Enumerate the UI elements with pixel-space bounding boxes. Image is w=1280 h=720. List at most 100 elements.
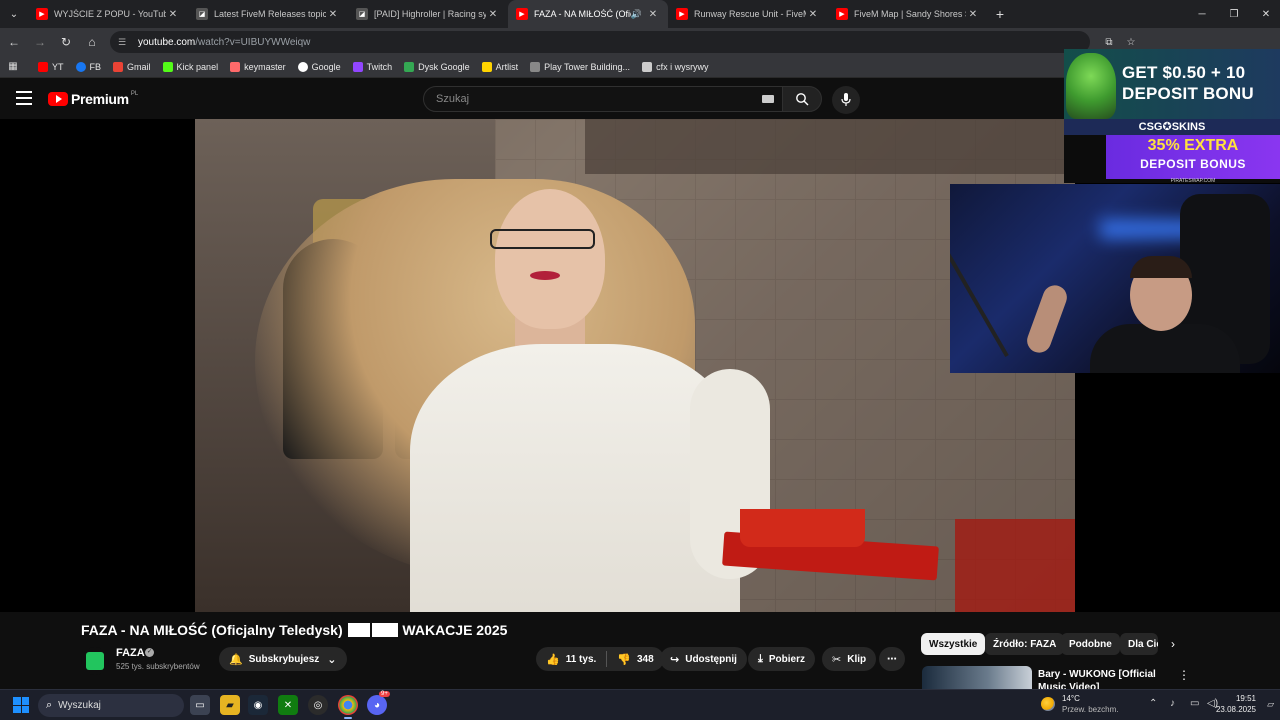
new-tab-plus-icon[interactable]: + [988,0,1012,28]
webcam-streamer-hair [1130,256,1192,278]
menu-hamburger-icon[interactable] [16,91,32,105]
bookmark-gmail[interactable]: Gmail [113,61,151,72]
subscribed-label: Subskrybujesz [248,653,320,665]
subscribed-button[interactable]: 🔔 Subskrybujesz ⌄ [219,647,347,671]
task-view-icon[interactable]: ▭ [190,695,210,715]
subscriber-count: 525 tys. subskrybentów [116,662,200,671]
play-tower-icon [530,61,541,72]
channel-name[interactable]: FAZA [116,647,145,659]
clip-button[interactable]: ✂ Klip [822,647,877,671]
tab-search-chevron-icon[interactable]: ⌄ [0,0,28,28]
tab-title: Runway Rescue Unit - FiveM Ve [694,9,806,19]
video-title-text: FAZA - NA MIŁOŚĆ (Oficjalny Teledysk) [81,622,343,638]
hot-emoji-icon [347,623,370,637]
browser-tab-2[interactable]: ◪ Latest FiveM Releases topics - C ✕ [188,0,348,28]
speaker-icon[interactable]: 🔊 [631,9,642,20]
cfx-icon: ◪ [356,8,368,20]
chip-for-you[interactable]: Dla Ciebie [1120,633,1158,655]
bookmark-play-tower[interactable]: Play Tower Building... [530,61,630,72]
like-icon[interactable]: 👍 [546,653,560,666]
bookmark-label: YT [52,61,64,72]
browser-tab-5[interactable]: ▶ Runway Rescue Unit - FiveM Ve ✕ [668,0,828,28]
apps-grid-icon[interactable]: ▦ [0,61,26,72]
bookmark-fb[interactable]: FB [75,61,101,72]
browser-tab-1[interactable]: ▶ WYJŚCIE Z POPU - YouTube ✕ [28,0,188,28]
twitch-icon [352,61,363,72]
kebab-menu-icon[interactable]: ⋮ [1178,668,1190,682]
chip-source[interactable]: Źródło: FAZA [985,633,1065,655]
webcam-streamer-arm [1023,282,1071,356]
video-title: FAZA - NA MIŁOŚĆ (Oficjalny Teledysk) WA… [81,622,507,638]
cfx-icon [642,61,653,72]
video-scene-cup [740,509,865,547]
bookmark-google[interactable]: Google [297,61,341,72]
bookmark-artlist[interactable]: Artlist [481,61,518,72]
like-count[interactable]: 11 tys. [566,654,597,665]
search-button[interactable] [782,86,822,112]
more-actions-button[interactable]: ⋯ [879,647,905,671]
home-icon[interactable]: ⌂ [80,28,104,56]
excel-icon[interactable]: ✕ [278,695,298,715]
weather-sun-icon[interactable] [1041,697,1055,711]
close-icon[interactable]: ✕ [806,9,820,20]
bookmark-twitch[interactable]: Twitch [352,61,393,72]
close-icon[interactable]: ✕ [166,9,180,20]
steam-icon[interactable]: ◉ [248,695,268,715]
microphone-icon[interactable]: ♪ [1170,698,1175,709]
windows-start-icon[interactable] [13,697,29,713]
tab-title: WYJŚCIE Z POPU - YouTube [54,9,166,19]
search-icon: ⌕ [46,699,53,711]
video-subject-glasses [490,229,595,249]
youtube-premium-logo[interactable]: Premium PL [48,91,138,107]
chevron-right-icon[interactable]: › [1164,635,1182,653]
chip-related[interactable]: Podobne [1061,633,1120,655]
browser-tab-6[interactable]: ▶ FiveM Map | Sandy Shores Stat ✕ [828,0,988,28]
obs-icon[interactable]: ◎ [308,695,328,715]
tray-chevron-up-icon[interactable]: ⌃ [1149,698,1157,709]
window-close-icon[interactable]: ✕ [1250,0,1280,28]
bookmark-keymaster[interactable]: keymaster [230,61,286,72]
close-icon[interactable]: ✕ [326,9,340,20]
video-player[interactable] [195,119,1075,612]
search-icon [796,93,809,106]
browser-tab-3[interactable]: ◪ [PAID] Highroller | Racing syste ✕ [348,0,508,28]
browser-tab-4-active[interactable]: ▶ FAZA - NA MIŁOŚĆ (Oficjaln 🔊 ✕ [508,0,668,28]
restore-icon[interactable]: ❐ [1218,0,1250,28]
close-icon[interactable]: ✕ [966,9,980,20]
discord-icon[interactable]: ◕ 9+ [367,691,390,715]
bookmark-cfx[interactable]: cfx i wysrywy [642,61,709,72]
taskbar-search[interactable]: ⌕ Wyszukaj [38,694,184,717]
close-icon[interactable]: ✕ [486,9,500,20]
close-icon[interactable]: ✕ [646,9,660,20]
reload-icon[interactable]: ↻ [54,28,78,56]
channel-avatar[interactable] [81,647,109,675]
bookmark-label: Twitch [366,61,393,72]
bookmark-kick-panel[interactable]: Kick panel [162,61,218,72]
minimize-icon[interactable]: ─ [1186,0,1218,28]
dislike-icon[interactable]: 👎 [617,653,631,666]
clock-time[interactable]: 19:51 [1236,694,1256,703]
search-input[interactable] [436,91,736,107]
forward-arrow-icon[interactable]: → [28,28,52,56]
bookmark-yt[interactable]: YT [38,61,64,72]
bookmark-drive[interactable]: Dysk Google [404,61,470,72]
clock-date[interactable]: 23.08.2025 [1216,705,1256,714]
bell-icon: 🔔 [229,653,243,666]
voice-search-button[interactable] [832,86,860,114]
address-bar[interactable]: ☰ youtube.com/watch?v=UIBUYWWeiqw [110,31,1090,53]
file-explorer-icon[interactable]: ▰ [220,695,240,715]
dislike-count[interactable]: 348 [637,654,654,665]
weather-desc: Przew. bezchm. [1062,705,1119,714]
back-arrow-icon[interactable]: ← [2,28,26,56]
chrome-icon[interactable] [338,695,358,719]
chip-all[interactable]: Wszystkie [921,633,986,655]
keyboard-icon[interactable] [762,95,774,103]
ad-banner-bottom: 35% EXTRA DEPOSIT BONUS [1106,135,1280,179]
site-info-icon[interactable]: ☰ [118,37,132,48]
webcam-streamer-body [1090,324,1240,373]
download-button[interactable]: ⤓ Pobierz [748,647,815,671]
network-icon[interactable]: ▭ [1190,698,1199,709]
youtube-icon: ▶ [516,8,528,20]
notification-bell-icon[interactable]: ▱ [1267,699,1274,710]
share-button[interactable]: ↪ Udostępnij [660,647,747,671]
